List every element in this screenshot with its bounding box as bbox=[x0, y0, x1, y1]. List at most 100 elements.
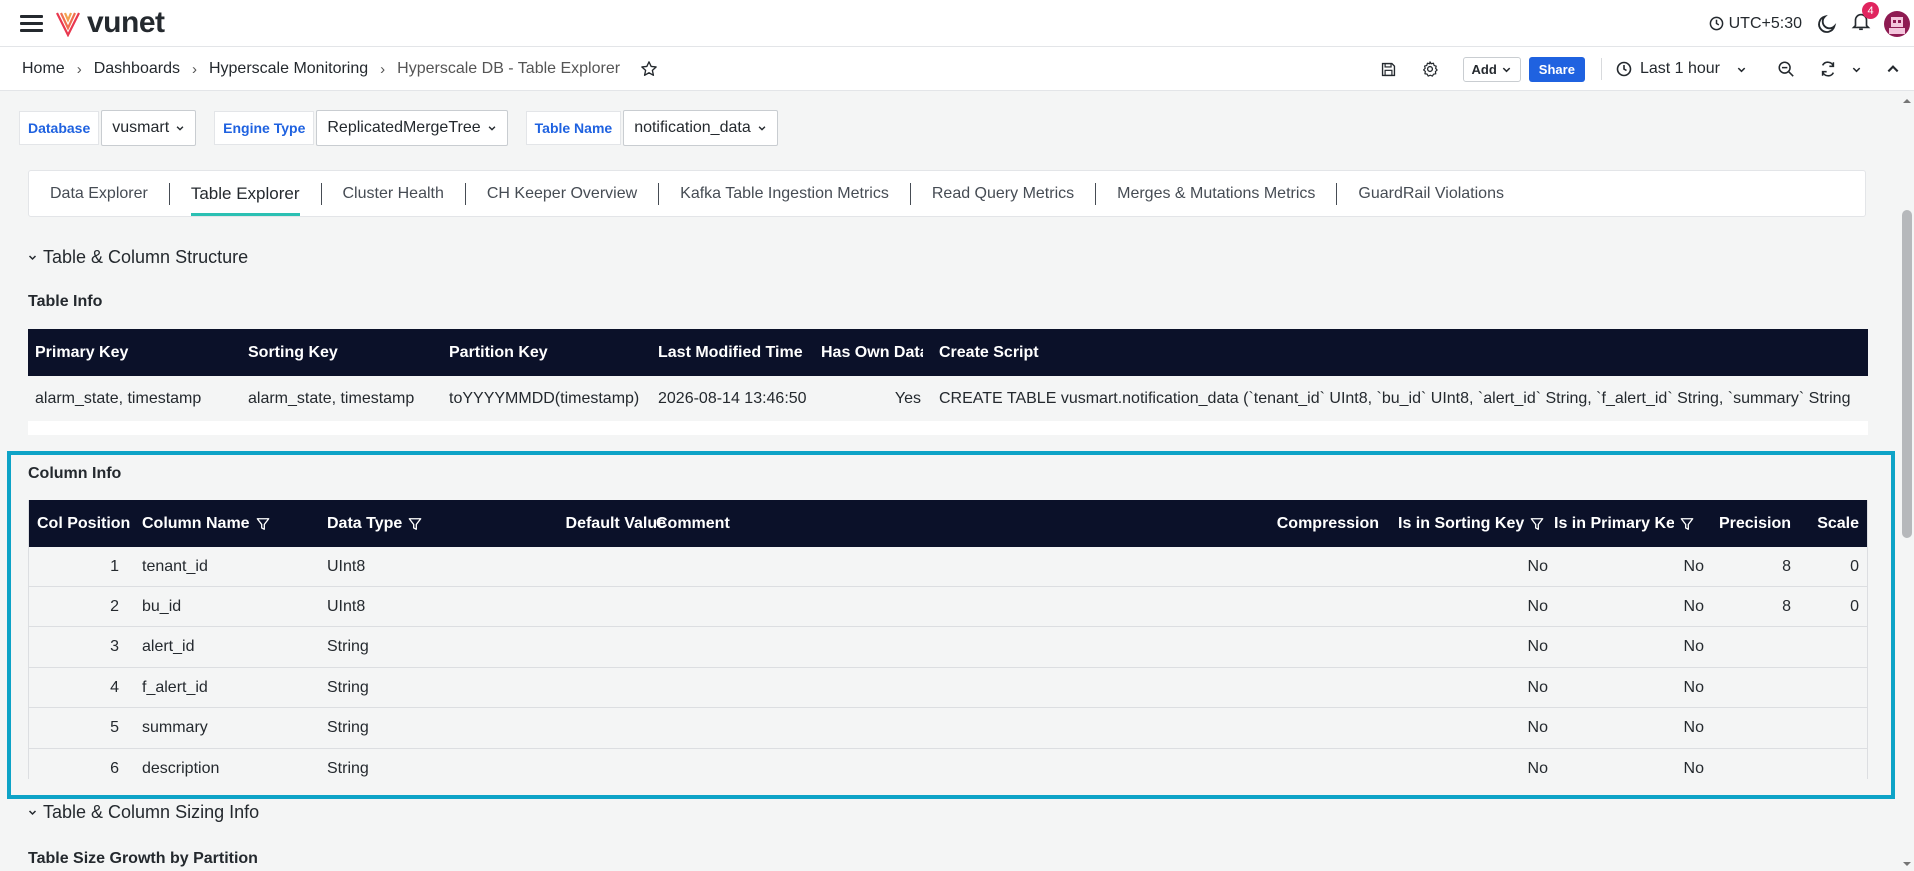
table-cell: 0 bbox=[1850, 557, 1859, 575]
time-range-label: Last 1 hour bbox=[1639, 60, 1720, 77]
top-bar: vunet UTC+5:30 4 bbox=[0, 0, 1914, 47]
filter-icon[interactable] bbox=[1530, 517, 1544, 531]
refresh-interval-dropdown[interactable] bbox=[1851, 64, 1862, 75]
dashboard-settings-button[interactable] bbox=[1421, 60, 1439, 78]
time-range-picker[interactable]: Last 1 hour bbox=[1616, 60, 1755, 78]
variable-label-table-name: Table Name bbox=[525, 111, 622, 145]
table-cell: UInt8 bbox=[327, 557, 366, 575]
tab-divider bbox=[168, 182, 170, 205]
theme-toggle-icon[interactable] bbox=[1816, 13, 1838, 35]
dashboard-tabs: Data Explorer Table Explorer Cluster Hea… bbox=[28, 170, 1866, 217]
table-cell: No bbox=[1683, 597, 1704, 615]
column-header[interactable]: Comment bbox=[656, 500, 1056, 547]
scrollbar-thumb[interactable] bbox=[1902, 210, 1912, 538]
breadcrumb-folder[interactable]: Hyperscale Monitoring bbox=[209, 60, 368, 78]
panel-title-column-info: Column Info bbox=[28, 465, 122, 482]
scroll-up-icon[interactable] bbox=[1900, 96, 1914, 106]
page-scrollbar[interactable] bbox=[1900, 92, 1914, 871]
notifications-button[interactable]: 4 bbox=[1850, 2, 1879, 37]
brand-name: vunet bbox=[87, 6, 165, 39]
save-dashboard-button[interactable] bbox=[1380, 61, 1397, 78]
filter-icon[interactable] bbox=[1680, 517, 1694, 531]
star-icon[interactable] bbox=[640, 60, 658, 78]
variable-select-table-name[interactable]: notification_data bbox=[623, 110, 778, 146]
column-header[interactable]: Precision bbox=[1709, 500, 1791, 547]
tab-table-explorer[interactable]: Table Explorer bbox=[180, 170, 311, 217]
table-cell bbox=[1709, 749, 1791, 779]
section-row-sizing[interactable]: Table & Column Sizing Info bbox=[28, 802, 259, 823]
table-cell: alarm_state, timestamp bbox=[248, 389, 415, 407]
table-cell: alarm_state, timestamp bbox=[35, 389, 202, 407]
table-cell bbox=[1799, 627, 1859, 667]
table-cell: No bbox=[1527, 719, 1548, 736]
column-header-with-filter[interactable]: Column Name bbox=[142, 500, 322, 547]
table-cell: CREATE TABLE vusmart.notification_data (… bbox=[939, 389, 1851, 407]
filter-icon[interactable] bbox=[408, 517, 422, 531]
panel-title-size-growth: Table Size Growth by Partition bbox=[28, 850, 258, 867]
refresh-button[interactable] bbox=[1819, 60, 1837, 78]
table-header: Col Position Column Name Data Type Defau… bbox=[29, 500, 1867, 547]
variable-select-engine-type[interactable]: ReplicatedMergeTree bbox=[316, 110, 508, 146]
variable-value: notification_data bbox=[634, 119, 751, 136]
tab-cluster-health[interactable]: Cluster Health bbox=[332, 170, 455, 217]
column-header-with-filter[interactable]: Data Type bbox=[327, 500, 527, 547]
column-header-label: Is in Primary Key bbox=[1554, 514, 1674, 532]
tab-read-query-metrics[interactable]: Read Query Metrics bbox=[921, 170, 1085, 217]
collapse-button[interactable] bbox=[1886, 62, 1900, 76]
timezone-label: UTC+5:30 bbox=[1728, 14, 1802, 32]
breadcrumb-dashboards[interactable]: Dashboards bbox=[94, 60, 180, 78]
column-header[interactable]: Partition Key bbox=[449, 329, 649, 376]
clock-icon bbox=[1616, 61, 1632, 77]
tab-kafka-ingestion[interactable]: Kafka Table Ingestion Metrics bbox=[669, 170, 900, 217]
table-cell: No bbox=[1683, 759, 1704, 777]
section-title: Table & Column Structure bbox=[43, 247, 249, 267]
scroll-down-icon[interactable] bbox=[1900, 859, 1914, 869]
table-cell bbox=[1179, 587, 1379, 626]
column-header[interactable]: Default Value bbox=[529, 500, 666, 547]
column-header[interactable]: Has Own Data bbox=[821, 329, 923, 376]
section-row-structure[interactable]: Table & Column Structure bbox=[28, 247, 248, 268]
column-header[interactable]: Compression bbox=[1179, 500, 1379, 547]
share-button[interactable]: Share bbox=[1528, 56, 1585, 82]
column-header[interactable]: Primary Key bbox=[35, 329, 235, 376]
variable-select-database[interactable]: vusmart bbox=[101, 110, 197, 146]
table-cell: No bbox=[1683, 719, 1704, 736]
chevron-right-icon: › bbox=[380, 60, 386, 78]
column-header[interactable]: Scale bbox=[1799, 500, 1859, 547]
table-cell bbox=[656, 668, 1056, 707]
column-header[interactable]: Sorting Key bbox=[248, 329, 438, 376]
table-cell bbox=[529, 708, 666, 748]
column-header-with-filter[interactable]: Is in Primary Key bbox=[1554, 500, 1709, 547]
tab-guardrail-violations[interactable]: GuardRail Violations bbox=[1347, 170, 1515, 217]
table-cell bbox=[529, 587, 666, 626]
column-header[interactable]: Last Modified Time bbox=[658, 329, 818, 376]
table-cell: bu_id bbox=[142, 597, 182, 615]
add-panel-button[interactable]: Add bbox=[1462, 56, 1521, 82]
filter-icon[interactable] bbox=[256, 517, 270, 531]
chevron-down-icon bbox=[28, 810, 37, 816]
table-cell bbox=[1179, 749, 1379, 779]
tab-merges-mutations[interactable]: Merges & Mutations Metrics bbox=[1106, 170, 1326, 217]
tab-data-explorer[interactable]: Data Explorer bbox=[39, 170, 159, 217]
tab-divider bbox=[320, 182, 322, 205]
menu-icon[interactable] bbox=[20, 15, 43, 32]
timezone-selector[interactable]: UTC+5:30 bbox=[1709, 15, 1802, 33]
column-header[interactable]: Col Position bbox=[37, 500, 137, 547]
table-cell bbox=[1179, 627, 1379, 667]
table-body: 1 tenant_id UInt8 No No 8 0 2 bu_id UInt8 No No 8 0 3 a… bbox=[29, 547, 1867, 779]
column-header-label: Data Type bbox=[327, 514, 403, 532]
tab-ch-keeper-overview[interactable]: CH Keeper Overview bbox=[476, 170, 648, 217]
zoom-out-button[interactable] bbox=[1777, 60, 1795, 78]
tab-divider bbox=[464, 182, 466, 205]
table-cell: String bbox=[327, 678, 369, 696]
column-header[interactable]: Create Script bbox=[939, 329, 1839, 376]
column-header-with-filter[interactable]: Is in Sorting Key bbox=[1398, 500, 1553, 547]
table-cell bbox=[1799, 749, 1859, 779]
tab-divider bbox=[658, 182, 660, 205]
table-cell: 5 bbox=[110, 719, 119, 736]
logo[interactable]: vunet bbox=[55, 8, 165, 38]
table-row: 6 description String No No bbox=[29, 749, 1867, 779]
table-cell bbox=[656, 547, 1056, 586]
user-avatar[interactable] bbox=[1884, 10, 1910, 37]
breadcrumb-home[interactable]: Home bbox=[22, 60, 65, 78]
